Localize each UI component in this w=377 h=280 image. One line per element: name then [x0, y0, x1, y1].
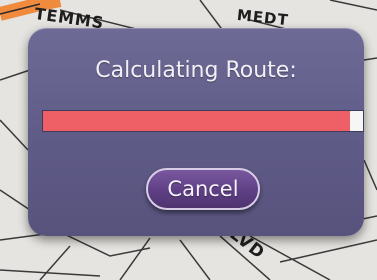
progress-fill [43, 111, 351, 131]
cancel-button[interactable]: Cancel [146, 168, 260, 210]
dialog-title: Calculating Route: [95, 58, 297, 83]
route-calculation-dialog: Calculating Route: Cancel [28, 28, 364, 236]
progress-bar [42, 110, 364, 132]
